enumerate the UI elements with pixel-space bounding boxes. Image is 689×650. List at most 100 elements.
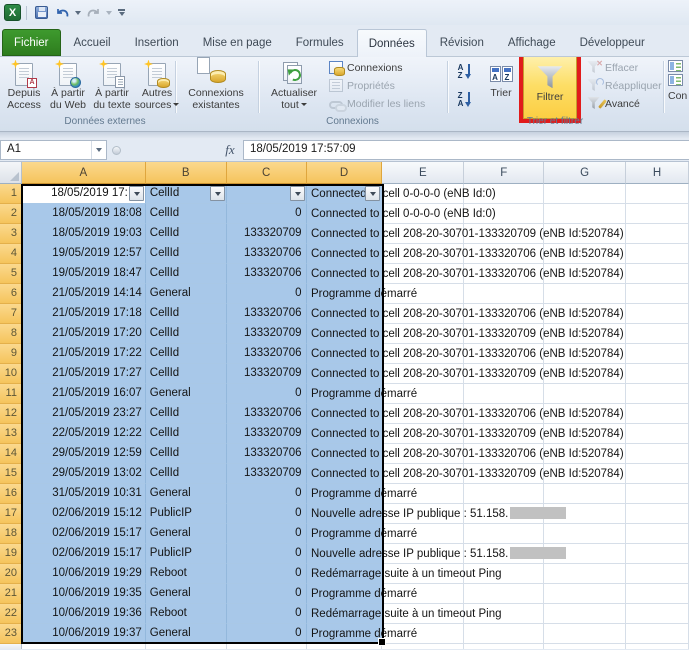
cell-B15[interactable]: CellId	[145, 464, 227, 484]
column-header-D[interactable]: D	[306, 162, 383, 184]
cell-C21[interactable]: 0	[226, 584, 307, 604]
cell-A14[interactable]: 29/05/2019 12:59	[21, 444, 146, 464]
cell-H8[interactable]	[626, 324, 689, 344]
partial-cell[interactable]	[626, 644, 689, 649]
cell-H19[interactable]	[626, 544, 689, 564]
cell-A1[interactable]: 18/05/2019 17:	[21, 184, 146, 204]
row-header-4[interactable]: 4	[0, 244, 22, 264]
cell-C13[interactable]: 133320709	[226, 424, 307, 444]
cell-C17[interactable]: 0	[226, 504, 307, 524]
cell-A5[interactable]: 19/05/2019 18:47	[21, 264, 146, 284]
cell-B11[interactable]: General	[145, 384, 227, 404]
name-box-dropdown-icon[interactable]	[91, 141, 106, 159]
tab-révision[interactable]: Révision	[429, 30, 495, 56]
cell-B16[interactable]: General	[145, 484, 227, 504]
cell-F6[interactable]	[464, 284, 545, 304]
réappliquer-button[interactable]: Réappliquer	[584, 77, 665, 94]
cell-H4[interactable]	[626, 244, 689, 264]
cell-A4[interactable]: 19/05/2019 12:57	[21, 244, 146, 264]
cell-H9[interactable]	[626, 344, 689, 364]
name-box[interactable]: A1	[0, 140, 107, 160]
cell-A22[interactable]: 10/06/2019 19:36	[21, 604, 146, 624]
cell-C9[interactable]: 133320706	[226, 344, 307, 364]
cell-B12[interactable]: CellId	[145, 404, 227, 424]
cell-C12[interactable]: 133320706	[226, 404, 307, 424]
cell-H23[interactable]	[626, 624, 689, 644]
partial-cell[interactable]	[226, 644, 307, 649]
ribbon-button-sources[interactable]: Autres sources	[134, 59, 180, 115]
cell-A23[interactable]: 10/06/2019 19:37	[21, 624, 146, 644]
cell-G18[interactable]	[544, 524, 627, 544]
effacer-button[interactable]: ✕ Effacer	[584, 59, 665, 76]
row-header-14[interactable]: 14	[0, 444, 22, 464]
cell-C6[interactable]: 0	[226, 284, 307, 304]
cell-B18[interactable]: General	[145, 524, 227, 544]
cell-F16[interactable]	[464, 484, 545, 504]
cell-A7[interactable]: 21/05/2019 17:18	[21, 304, 146, 324]
partial-cell[interactable]	[382, 644, 465, 649]
cell-A16[interactable]: 31/05/2019 10:31	[21, 484, 146, 504]
cell-C2[interactable]: 0	[226, 204, 307, 224]
tab-formules[interactable]: Formules	[285, 30, 355, 56]
row-header-1[interactable]: 1	[0, 184, 22, 204]
row-header-12[interactable]: 12	[0, 404, 22, 424]
undo-dropdown-icon[interactable]	[75, 10, 81, 15]
cell-F18[interactable]	[464, 524, 545, 544]
cell-A8[interactable]: 21/05/2019 17:20	[21, 324, 146, 344]
row-header-5[interactable]: 5	[0, 264, 22, 284]
ribbon-button-access[interactable]: A Depuis Access	[2, 59, 46, 115]
cell-A3[interactable]: 18/05/2019 19:03	[21, 224, 146, 244]
cell-C14[interactable]: 133320706	[226, 444, 307, 464]
ribbon-button-text[interactable]: À partir du texte	[90, 59, 134, 115]
column-header-E[interactable]: E	[382, 162, 465, 184]
cell-B2[interactable]: CellId	[145, 204, 227, 224]
row-header-2[interactable]: 2	[0, 204, 22, 224]
cell-C18[interactable]: 0	[226, 524, 307, 544]
cell-B3[interactable]: CellId	[145, 224, 227, 244]
cell-C7[interactable]: 133320706	[226, 304, 307, 324]
column-header-C[interactable]: C	[226, 162, 307, 184]
cell-A11[interactable]: 21/05/2019 16:07	[21, 384, 146, 404]
cell-A6[interactable]: 21/05/2019 14:14	[21, 284, 146, 304]
cell-C8[interactable]: 133320709	[226, 324, 307, 344]
cell-C5[interactable]: 133320706	[226, 264, 307, 284]
cell-H10[interactable]	[626, 364, 689, 384]
partial-cell[interactable]	[21, 644, 146, 649]
cell-C23[interactable]: 0	[226, 624, 307, 644]
text-to-columns-button[interactable]: Con	[668, 60, 687, 103]
row-header-20[interactable]: 20	[0, 564, 22, 584]
sort-dialog-button[interactable]: AZ Trier	[480, 59, 522, 115]
cell-A10[interactable]: 21/05/2019 17:27	[21, 364, 146, 384]
select-all-corner[interactable]	[0, 162, 22, 184]
cell-B9[interactable]: CellId	[145, 344, 227, 364]
cell-H2[interactable]	[626, 204, 689, 224]
column-header-H[interactable]: H	[626, 162, 689, 184]
cell-F23[interactable]	[464, 624, 545, 644]
cell-G16[interactable]	[544, 484, 627, 504]
cell-B8[interactable]: CellId	[145, 324, 227, 344]
cell-B5[interactable]: CellId	[145, 264, 227, 284]
row-header-22[interactable]: 22	[0, 604, 22, 624]
column-header-B[interactable]: B	[145, 162, 227, 184]
cell-B7[interactable]: CellId	[145, 304, 227, 324]
cell-G23[interactable]	[544, 624, 627, 644]
row-header-13[interactable]: 13	[0, 424, 22, 444]
cell-A19[interactable]: 02/06/2019 15:17	[21, 544, 146, 564]
row-header-21[interactable]: 21	[0, 584, 22, 604]
cell-F21[interactable]	[464, 584, 545, 604]
row-header-15[interactable]: 15	[0, 464, 22, 484]
cell-B4[interactable]: CellId	[145, 244, 227, 264]
cell-B22[interactable]: Reboot	[145, 604, 227, 624]
cell-C3[interactable]: 133320709	[226, 224, 307, 244]
tab-développeur[interactable]: Développeur	[569, 30, 656, 56]
cell-H21[interactable]	[626, 584, 689, 604]
ribbon-button-existing[interactable]: Connexions existantes	[178, 57, 254, 115]
cell-C22[interactable]: 0	[226, 604, 307, 624]
tab-insertion[interactable]: Insertion	[124, 30, 190, 56]
cell-H1[interactable]	[626, 184, 689, 204]
cell-A18[interactable]: 02/06/2019 15:17	[21, 524, 146, 544]
cell-H7[interactable]	[626, 304, 689, 324]
tab-affichage[interactable]: Affichage	[497, 30, 567, 56]
formula-input[interactable]: 18/05/2019 17:57:09	[243, 140, 689, 160]
cell-A21[interactable]: 10/06/2019 19:35	[21, 584, 146, 604]
